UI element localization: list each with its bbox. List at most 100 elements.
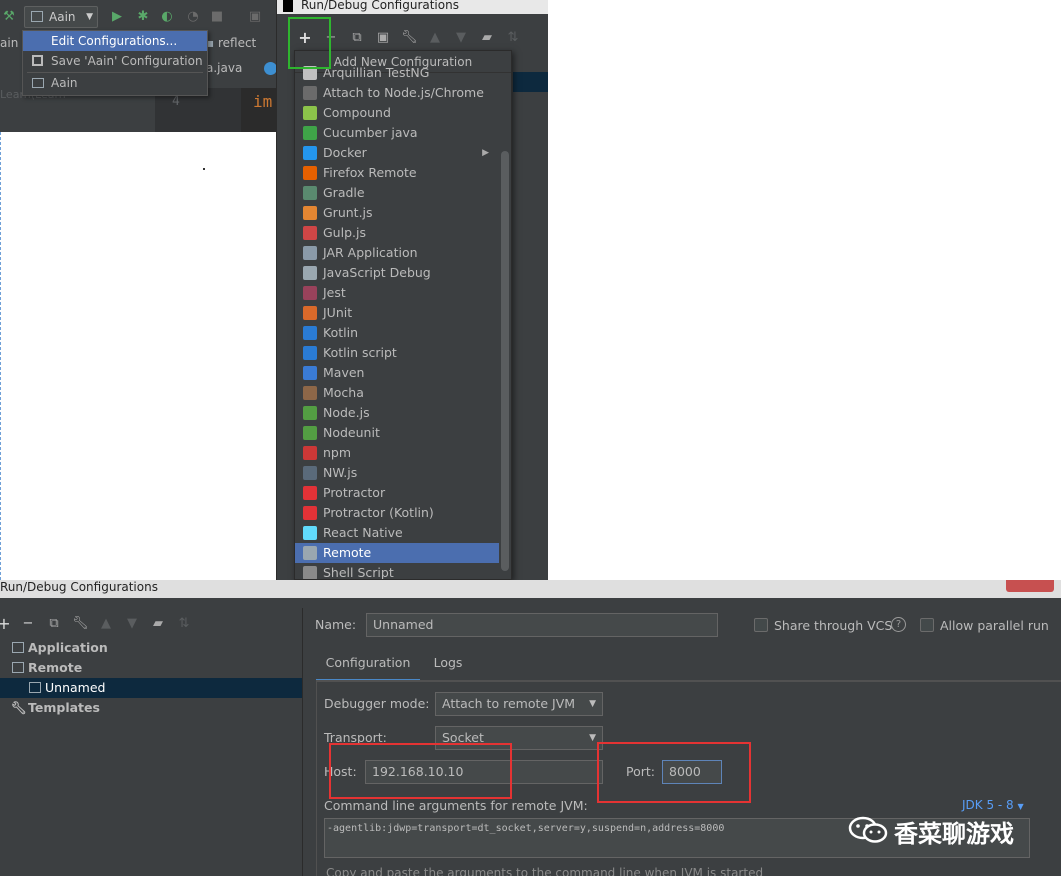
project-label: ain xyxy=(0,36,19,50)
add-icon[interactable]: + xyxy=(0,616,12,632)
hammer-icon[interactable]: ⚒ xyxy=(0,8,18,26)
name-label: Name: xyxy=(315,617,357,632)
config-type-node-js[interactable]: Node.js xyxy=(295,403,499,423)
config-type-cucumber-java[interactable]: Cucumber java xyxy=(295,123,499,143)
run-config-menu: Edit Configurations... Save 'Aain' Confi… xyxy=(22,30,208,96)
add-new-configuration-popup: Add New Configuration Arquillian TestNG A… xyxy=(294,50,512,580)
config-type-docker[interactable]: Docker ▶ xyxy=(295,143,499,163)
configuration-tree: Application Remote Unnamed 🔧︎ Templates xyxy=(0,638,302,876)
move-up-icon[interactable]: ▲ xyxy=(98,616,114,632)
config-icon xyxy=(32,78,44,88)
popup-scrollbar[interactable] xyxy=(501,151,509,571)
nodeunit-icon xyxy=(303,426,317,440)
config-type-jest[interactable]: Jest xyxy=(295,283,499,303)
attach-nodejs-icon xyxy=(303,86,317,100)
debugger-mode-label: Debugger mode: xyxy=(324,696,430,711)
run-config-name: Aain xyxy=(49,10,76,24)
jdk-version-link[interactable]: JDK 5 - 8 ▼ xyxy=(962,798,1024,812)
config-type-kotlin-script[interactable]: Kotlin script xyxy=(295,343,499,363)
allow-parallel-label: Allow parallel run xyxy=(940,618,1049,633)
config-type-jar-application[interactable]: JAR Application xyxy=(295,243,499,263)
config-type-react-native[interactable]: React Native xyxy=(295,523,499,543)
copy-icon[interactable]: ⧉ xyxy=(349,30,365,46)
config-type-grunt-js[interactable]: Grunt.js xyxy=(295,203,499,223)
editor-tab[interactable]: a.java xyxy=(206,61,242,75)
wrench-icon[interactable]: 🔧︎ xyxy=(401,30,418,46)
config-type-nodeunit[interactable]: Nodeunit xyxy=(295,423,499,443)
share-vcs-checkbox[interactable] xyxy=(754,618,768,632)
save-icon xyxy=(32,55,43,66)
run-config-combo[interactable]: Aain ▼ xyxy=(24,6,98,28)
move-down-icon[interactable]: ▼ xyxy=(453,30,469,46)
help-icon[interactable]: ? xyxy=(891,617,906,632)
chevron-right-icon: ▶ xyxy=(482,148,489,158)
move-up-icon[interactable]: ▲ xyxy=(427,30,443,46)
tree-item-unnamed[interactable]: Unnamed xyxy=(0,678,302,698)
tab-logs[interactable]: Logs xyxy=(426,650,470,680)
config-type-gulp-js[interactable]: Gulp.js xyxy=(295,223,499,243)
debugger-mode-select[interactable]: Attach to remote JVM ▼ xyxy=(435,692,603,716)
config-type-protractor-kotlin[interactable]: Protractor (Kotlin) xyxy=(295,503,499,523)
close-button[interactable] xyxy=(1006,580,1054,592)
menu-item-save-configuration[interactable]: Save 'Aain' Configuration xyxy=(23,51,207,71)
config-type-nw-js[interactable]: NW.js xyxy=(295,463,499,483)
run-icon[interactable]: ▶ xyxy=(108,8,126,26)
config-type-npm[interactable]: npm xyxy=(295,443,499,463)
react-icon xyxy=(303,526,317,540)
name-field[interactable]: Unnamed xyxy=(366,613,718,637)
breadcrumb[interactable]: ▪ reflect xyxy=(206,36,256,50)
highlight-port xyxy=(597,742,751,803)
watermark-text: 香菜聊游戏 xyxy=(894,820,1014,848)
debug-icon[interactable]: ✱ xyxy=(134,8,152,26)
stop-icon[interactable]: ■ xyxy=(208,8,226,26)
args-hint: Copy and paste the arguments to the comm… xyxy=(326,866,764,876)
line-number: 4 xyxy=(172,94,180,109)
config-type-protractor[interactable]: Protractor xyxy=(295,483,499,503)
config-type-shell-script[interactable]: Shell Script xyxy=(295,563,499,579)
code-text[interactable]: im xyxy=(253,92,272,111)
sort-icon[interactable]: ⇅ xyxy=(176,616,192,632)
save-icon[interactable]: ▣ xyxy=(375,30,391,46)
wrench-icon[interactable]: 🔧︎ xyxy=(72,616,89,632)
config-type-kotlin[interactable]: Kotlin xyxy=(295,323,499,343)
config-type-firefox-remote[interactable]: Firefox Remote xyxy=(295,163,499,183)
tab-configuration[interactable]: Configuration xyxy=(316,650,420,682)
jar-icon xyxy=(303,246,317,260)
dialog-toolbar: + − ⧉ 🔧︎ ▲ ▼ ▰ ⇅ xyxy=(0,608,300,638)
compound-icon xyxy=(303,106,317,120)
config-type-mocha[interactable]: Mocha xyxy=(295,383,499,403)
coverage-icon[interactable]: ◐ xyxy=(158,8,176,26)
config-type-junit[interactable]: JUnit xyxy=(295,303,499,323)
mocha-icon xyxy=(303,386,317,400)
config-type-javascript-debug[interactable]: JavaScript Debug xyxy=(295,263,499,283)
dot-mark xyxy=(203,168,205,170)
menu-item-config-aain[interactable]: Aain xyxy=(23,73,207,93)
remove-icon[interactable]: − xyxy=(20,616,36,632)
nodejs-icon xyxy=(303,406,317,420)
tree-item-templates[interactable]: 🔧︎ Templates xyxy=(10,698,302,718)
sort-icon[interactable]: ⇅ xyxy=(505,30,521,46)
kotlin-icon xyxy=(303,326,317,340)
config-type-maven[interactable]: Maven xyxy=(295,363,499,383)
copy-icon[interactable]: ⧉ xyxy=(46,616,62,632)
build-icon[interactable]: ▣ xyxy=(246,8,264,26)
folder-add-icon[interactable]: ▰ xyxy=(479,30,495,46)
menu-item-edit-configurations[interactable]: Edit Configurations... xyxy=(23,31,207,51)
tree-item-remote[interactable]: Remote xyxy=(10,658,302,678)
config-type-attach-to-node-js-chrome[interactable]: Attach to Node.js/Chrome xyxy=(295,83,499,103)
splitter[interactable] xyxy=(302,608,303,876)
config-type-gradle[interactable]: Gradle xyxy=(295,183,499,203)
highlight-host xyxy=(329,743,512,799)
allow-parallel-checkbox[interactable] xyxy=(920,618,934,632)
config-type-remote[interactable]: Remote xyxy=(295,543,499,563)
chevron-down-icon: ▼ xyxy=(589,733,596,743)
move-down-icon[interactable]: ▼ xyxy=(124,616,140,632)
nwjs-icon xyxy=(303,466,317,480)
dialog-title-bar: Run/Debug Configurations xyxy=(0,580,1061,598)
gulp-icon xyxy=(303,226,317,240)
js-debug-icon xyxy=(303,266,317,280)
config-type-compound[interactable]: Compound xyxy=(295,103,499,123)
tree-item-application[interactable]: Application xyxy=(10,638,302,658)
folder-add-icon[interactable]: ▰ xyxy=(150,616,166,632)
profile-icon[interactable]: ◔ xyxy=(184,8,202,26)
